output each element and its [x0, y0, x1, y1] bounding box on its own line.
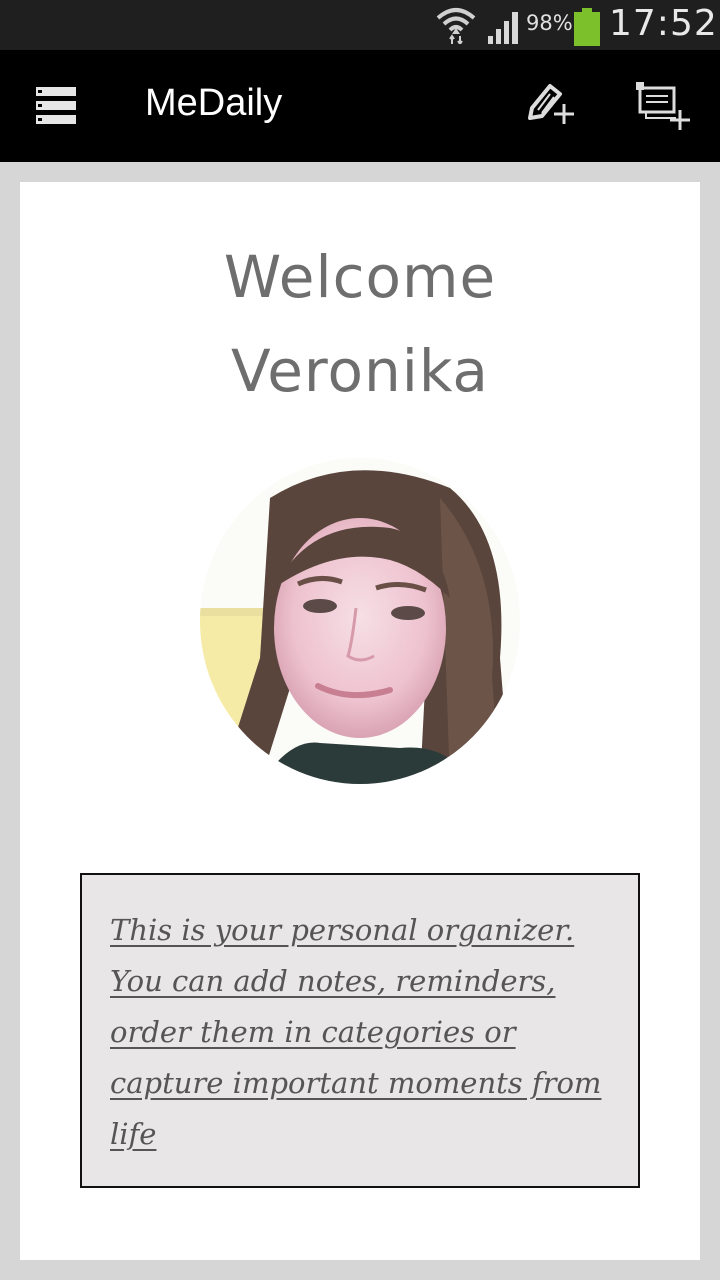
pencil-plus-icon [528, 84, 574, 124]
signal-icon [488, 12, 518, 44]
profile-photo [200, 458, 520, 784]
add-category-button[interactable] [632, 80, 696, 136]
user-name: Veronika [231, 337, 489, 405]
add-note-button[interactable] [524, 78, 580, 134]
menu-button[interactable] [28, 84, 84, 130]
hamburger-menu-icon [36, 87, 76, 124]
category-plus-icon [636, 82, 690, 130]
welcome-heading: Welcome Veronika [20, 230, 700, 418]
battery-percent: 98% [526, 11, 573, 35]
intro-box: This is your personal organizer. You can… [80, 873, 640, 1188]
battery-icon [574, 8, 600, 46]
clock: 17:52 [609, 3, 718, 44]
welcome-card: Welcome Veronika This is your personal o… [20, 182, 700, 1260]
app-title: MeDaily [145, 82, 283, 124]
welcome-line: Welcome [223, 243, 497, 311]
app-bar: MeDaily [0, 50, 720, 162]
profile-avatar[interactable] [200, 458, 520, 784]
wifi-icon [436, 8, 476, 44]
intro-text: This is your personal organizer. You can… [110, 913, 602, 1151]
status-bar: 98% 17:52 [0, 0, 720, 50]
